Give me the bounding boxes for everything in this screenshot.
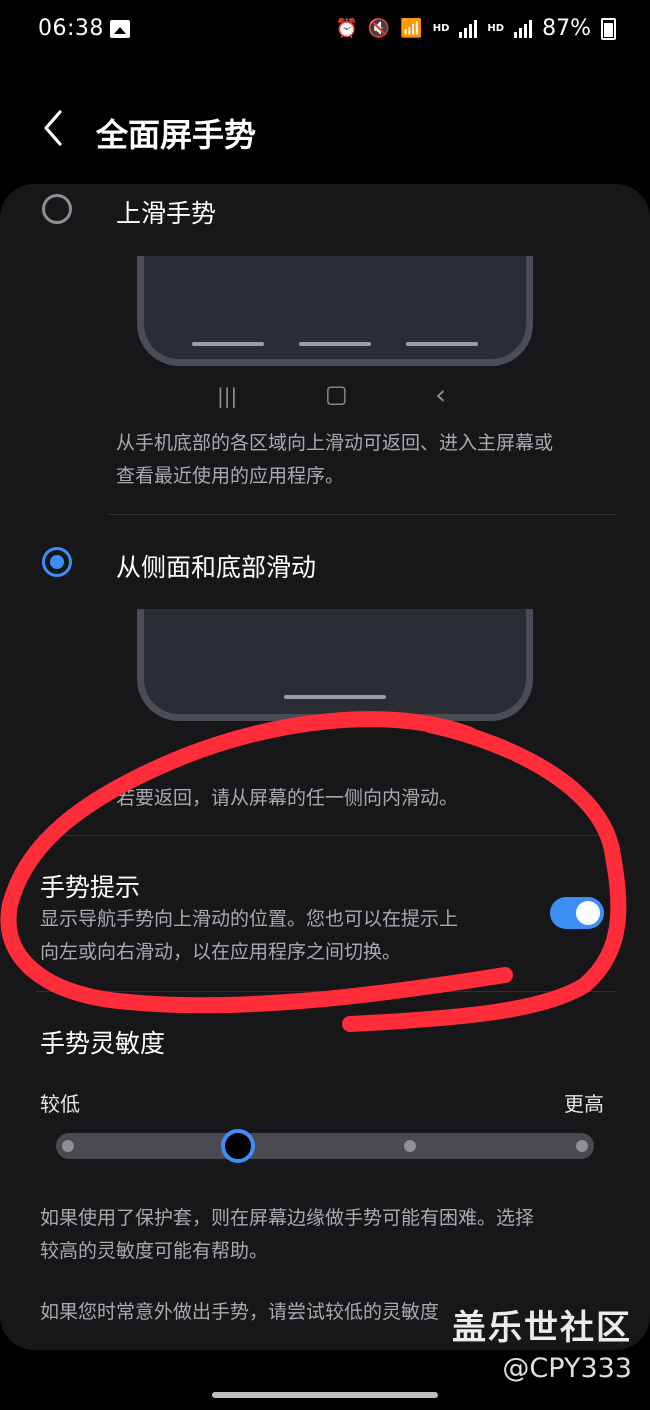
- divider: [108, 514, 616, 515]
- settings-card: 上滑手势 ||| ▢ ‹ 从手机底部的各区域向上滑动可返回、进入主屏幕或 查看最…: [0, 184, 650, 1350]
- toggle-knob: [576, 901, 600, 925]
- watermark: 盖乐世社区 @CPY333: [452, 1300, 632, 1384]
- sensitivity-title: 手势灵敏度: [40, 1029, 166, 1058]
- watermark-logo: 盖乐世社区: [452, 1308, 632, 1348]
- radio-side-bottom[interactable]: [42, 547, 72, 577]
- page-title: 全面屏手势: [96, 116, 257, 154]
- divider: [36, 835, 616, 836]
- swipe-up-illustration: [137, 256, 533, 366]
- gesture-hint-toggle[interactable]: [550, 897, 604, 929]
- sensitivity-low-label: 较低: [40, 1092, 80, 1116]
- watermark-handle: @CPY333: [502, 1353, 632, 1384]
- description-line: 从手机底部的各区域向上滑动可返回、进入主屏幕或: [116, 432, 554, 454]
- side-bottom-illustration: [137, 609, 533, 721]
- option-side-bottom-description: 若要返回，请从屏幕的任一侧向内滑动。: [116, 787, 459, 809]
- header: 全面屏手势: [0, 96, 650, 166]
- gallery-icon: [110, 20, 130, 38]
- slider-tick[interactable]: [404, 1140, 416, 1152]
- description-line: 如果使用了保护套，则在屏幕边缘做手势可能有困难。选择: [40, 1207, 535, 1229]
- gesture-hint-line: [284, 695, 386, 699]
- radio-swipe-up[interactable]: [42, 194, 72, 224]
- hd-label: HD: [432, 23, 450, 34]
- slider-thumb[interactable]: [221, 1129, 255, 1163]
- sensitivity-high-label: 更高: [564, 1092, 604, 1116]
- hd-label-2: HD: [487, 23, 505, 34]
- option-swipe-up-label[interactable]: 上滑手势: [116, 194, 216, 230]
- alarm-icon: ⏰: [335, 17, 358, 39]
- slider-tick[interactable]: [576, 1140, 588, 1152]
- gesture-hint-line: [192, 342, 264, 346]
- home-gesture-bar[interactable]: [212, 1392, 438, 1398]
- back-button[interactable]: [36, 106, 80, 150]
- signal-icon: [459, 19, 478, 38]
- status-bar: 06:38 ⏰ 🔇 📶 HD HD 87%: [0, 0, 650, 62]
- sensitivity-note-case: 如果使用了保护套，则在屏幕边缘做手势可能有困难。选择 较高的灵敏度可能有帮助。: [40, 1202, 620, 1268]
- gesture-hint-title: 手势提示: [40, 873, 141, 902]
- recents-key-icon: |||: [217, 384, 238, 408]
- option-swipe-up-description: 从手机底部的各区域向上滑动可返回、进入主屏幕或 查看最近使用的应用程序。: [116, 427, 626, 493]
- signal-icon-2: [514, 19, 533, 38]
- battery-icon: [601, 17, 616, 40]
- nav-keys-preview: ||| ▢ ‹: [0, 378, 650, 411]
- status-time: 06:38: [38, 16, 104, 41]
- status-icons: ⏰ 🔇 📶 HD HD 87%: [335, 16, 616, 41]
- gesture-hint-description: 显示导航手势向上滑动的位置。您也可以在提示上 向左或向右滑动，以在应用程序之间切…: [40, 903, 530, 969]
- description-line: 较高的灵敏度可能有帮助。: [40, 1240, 269, 1262]
- sensitivity-slider[interactable]: [56, 1129, 594, 1163]
- back-key-icon: ‹: [435, 378, 447, 411]
- description-line: 查看最近使用的应用程序。: [116, 465, 345, 487]
- slider-tick[interactable]: [62, 1140, 74, 1152]
- option-side-bottom-label[interactable]: 从侧面和底部滑动: [116, 548, 316, 584]
- battery-percent: 87%: [542, 16, 591, 41]
- description-line: 显示导航手势向上滑动的位置。您也可以在提示上: [40, 908, 459, 930]
- home-key-icon: ▢: [325, 380, 348, 408]
- gesture-hint-line: [406, 342, 478, 346]
- description-line: 向左或向右滑动，以在应用程序之间切换。: [40, 941, 402, 963]
- mute-icon: 🔇: [367, 17, 391, 39]
- chevron-left-icon: [44, 110, 62, 146]
- gesture-hint-line: [299, 342, 371, 346]
- wifi-icon: 📶: [400, 17, 423, 39]
- divider: [36, 991, 616, 992]
